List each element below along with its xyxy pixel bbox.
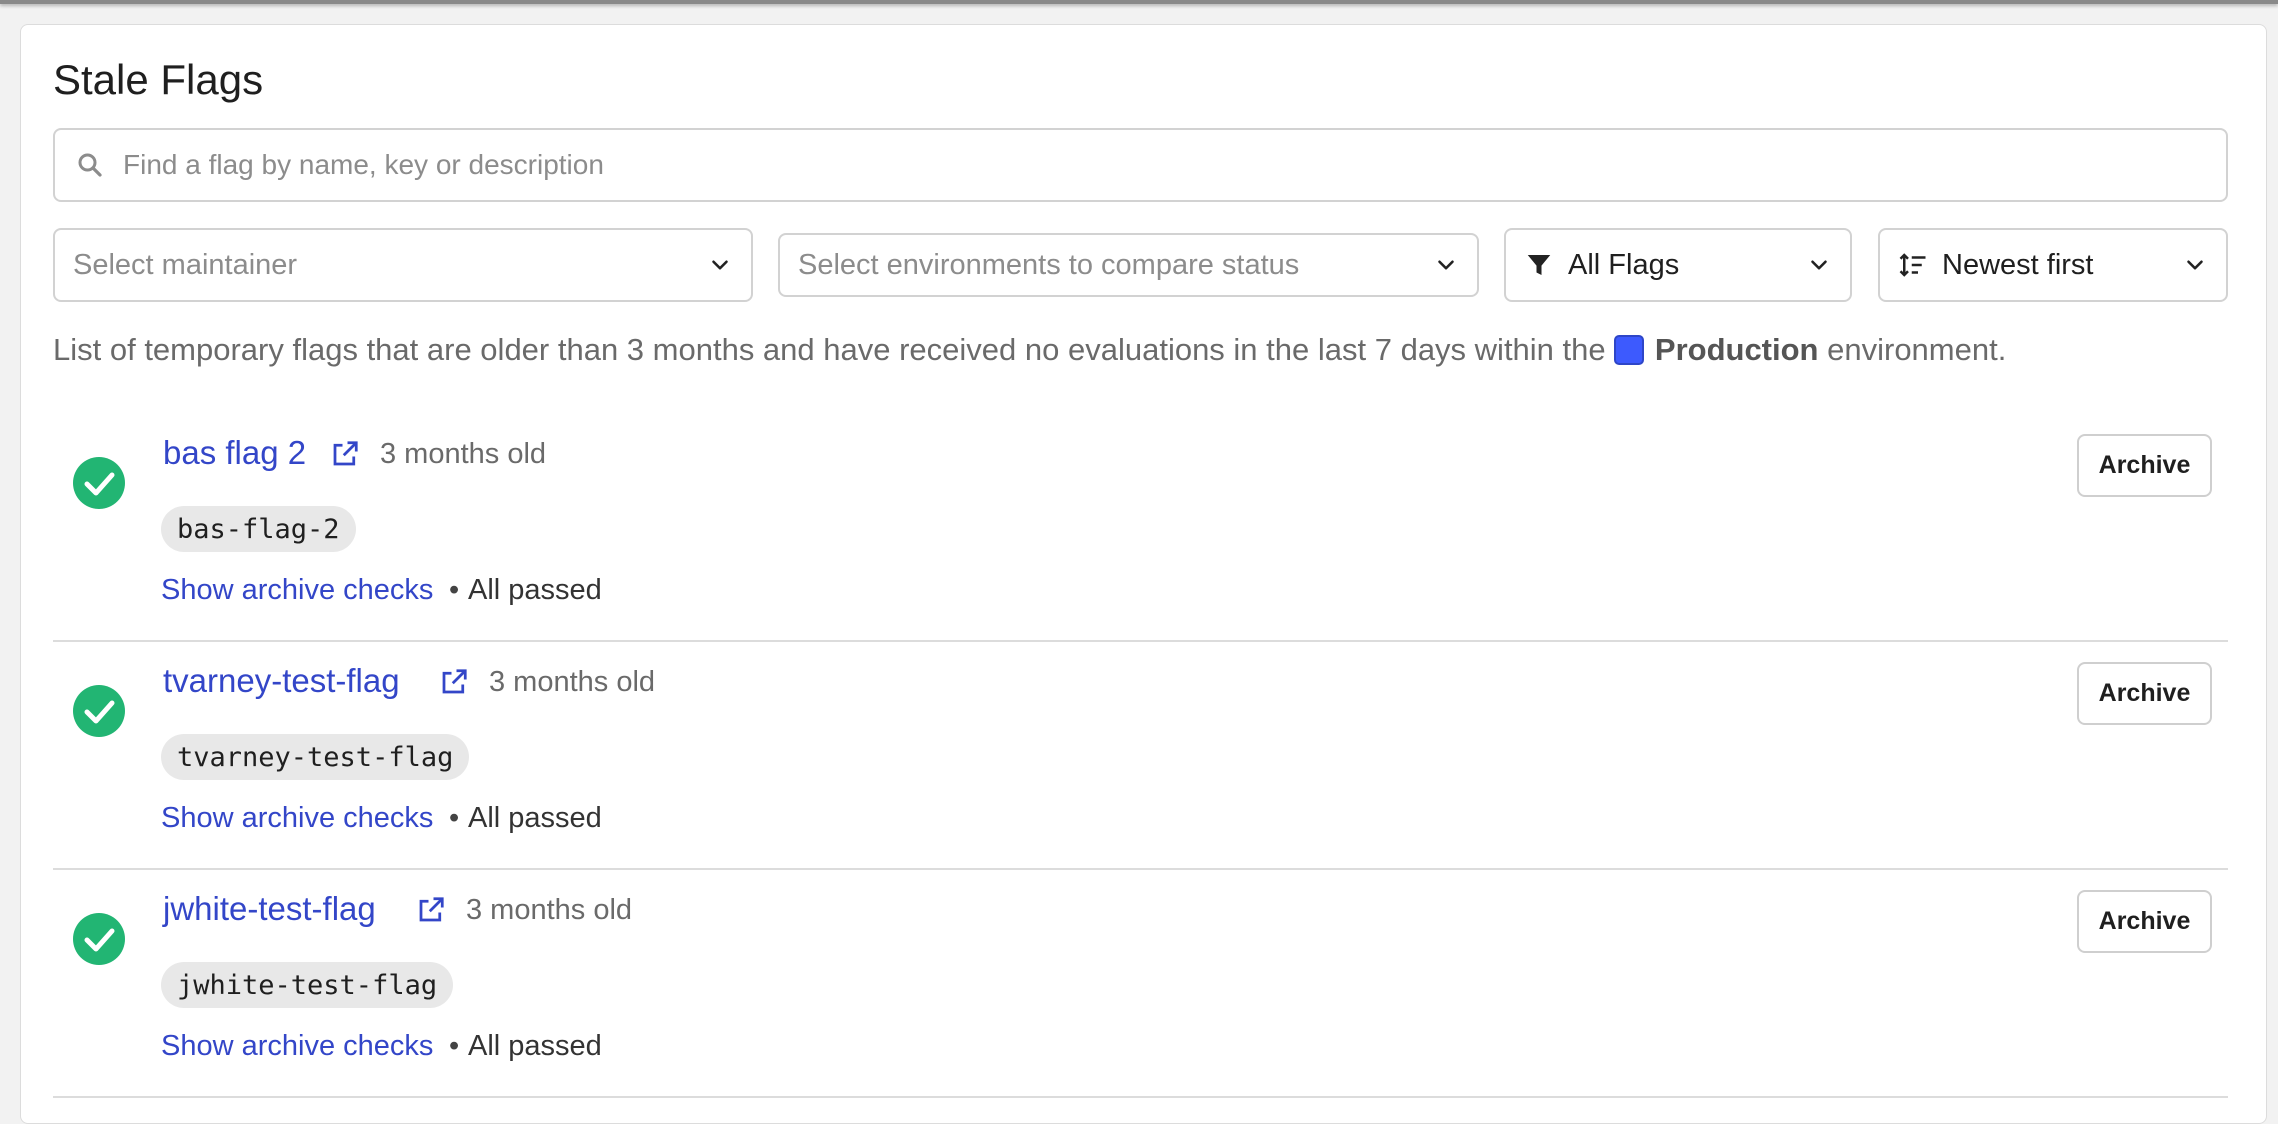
separator-dot: • [449, 802, 460, 834]
archive-button[interactable]: Archive [2077, 890, 2212, 953]
maintainer-select[interactable]: Select maintainer [53, 228, 753, 302]
description-prefix: List of temporary flags that are older t… [53, 332, 1606, 367]
environments-select-placeholder: Select environments to compare status [798, 248, 1300, 281]
flag-age: 3 months old [380, 438, 547, 470]
external-link-icon[interactable] [330, 439, 360, 469]
chevron-down-icon [1811, 260, 1827, 270]
sort-value: Newest first [1942, 248, 2094, 281]
flag-key-badge: tvarney-test-flag [161, 734, 470, 780]
flag-type-filter-value: All Flags [1568, 248, 1680, 281]
archive-button[interactable]: Archive [2077, 662, 2212, 725]
separator-dot: • [449, 1030, 460, 1062]
archive-button[interactable]: Archive [2077, 434, 2212, 497]
chevron-down-icon [2187, 260, 2203, 270]
maintainer-select-placeholder: Select maintainer [73, 248, 298, 281]
filter-icon [1527, 255, 1551, 275]
list-item: bas flag 2 3 months old bas-flag-2 Show … [53, 414, 2228, 642]
flag-age: 3 months old [489, 666, 656, 698]
show-archive-checks-link[interactable]: Show archive checks [161, 1030, 433, 1063]
flag-name-link[interactable]: tvarney-test-flag [163, 662, 400, 700]
page-title: Stale Flags [53, 56, 264, 103]
show-archive-checks-link[interactable]: Show archive checks [161, 802, 433, 835]
chevron-down-icon [1438, 260, 1454, 270]
environments-select[interactable]: Select environments to compare status [778, 233, 1479, 297]
separator-dot: • [449, 574, 460, 606]
description-suffix: environment. [1827, 332, 2007, 367]
external-link-icon[interactable] [439, 667, 469, 697]
search-icon [78, 153, 102, 177]
archive-checks-status: All passed [468, 802, 602, 834]
flag-name-link[interactable]: bas flag 2 [163, 434, 306, 472]
check-circle-icon [73, 685, 125, 737]
top-shadow-bar [0, 0, 2278, 4]
sort-select[interactable]: Newest first [1878, 228, 2228, 302]
search-box[interactable] [53, 128, 2228, 202]
archive-checks-status: All passed [468, 1030, 602, 1062]
flag-key-badge: bas-flag-2 [161, 506, 356, 552]
chevron-down-icon [712, 260, 728, 270]
archive-checks-status: All passed [468, 574, 602, 606]
show-archive-checks-link[interactable]: Show archive checks [161, 574, 433, 607]
sort-icon [1899, 253, 1926, 277]
flag-age: 3 months old [466, 894, 633, 926]
stale-flags-description: List of temporary flags that are older t… [53, 332, 2253, 368]
environment-name: Production [1654, 332, 1819, 367]
flag-key-badge: jwhite-test-flag [161, 962, 454, 1008]
list-item: jwhite-test-flag 3 months old jwhite-tes… [53, 870, 2228, 1098]
check-circle-icon [73, 457, 125, 509]
search-input[interactable] [121, 135, 2226, 195]
environment-color-swatch [1614, 335, 1645, 365]
flag-type-filter-select[interactable]: All Flags [1504, 228, 1852, 302]
flag-name-link[interactable]: jwhite-test-flag [163, 890, 376, 928]
external-link-icon[interactable] [416, 895, 446, 925]
check-circle-icon [73, 913, 125, 965]
list-item: tvarney-test-flag 3 months old tvarney-t… [53, 642, 2228, 870]
